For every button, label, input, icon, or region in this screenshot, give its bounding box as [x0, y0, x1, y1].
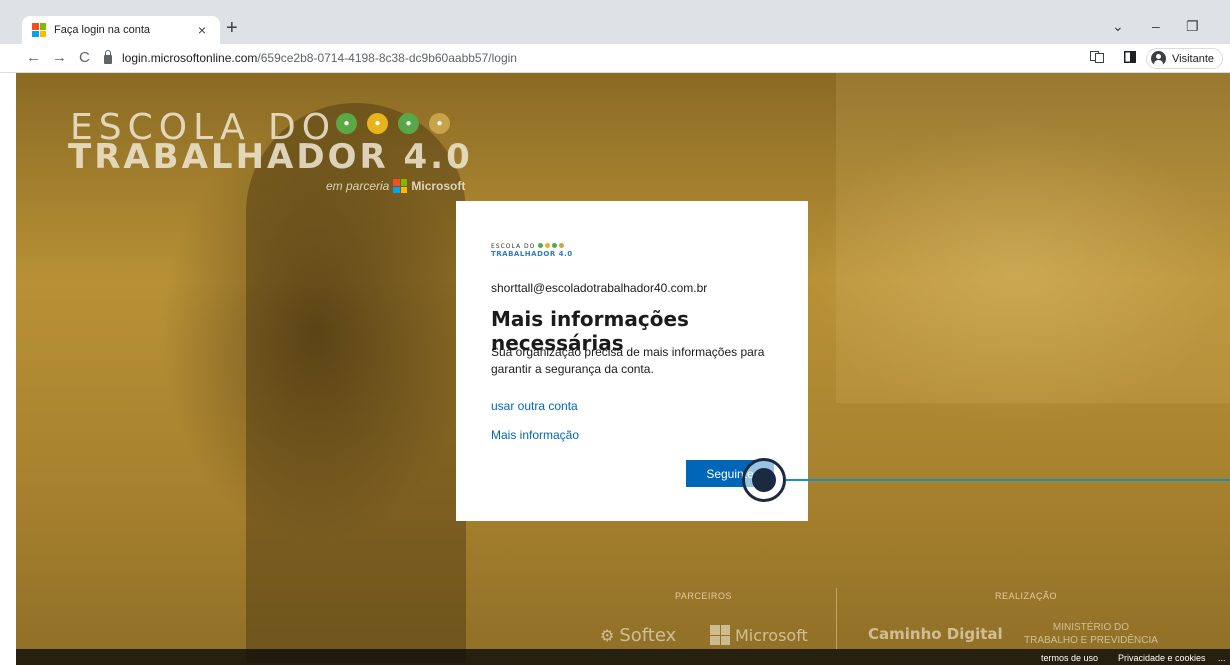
terms-link[interactable]: termos de uso: [1041, 653, 1098, 663]
microsoft-partner-icon: [710, 625, 730, 645]
card-logo-line2: TRABALHADOR 4.0: [491, 250, 573, 258]
background-logo-line2: TRABALHADOR 4.0: [68, 137, 473, 177]
url-path: /659ce2b8-0714-4198-8c38-dc9b60aabb57/lo…: [257, 51, 517, 65]
cursor-annotation-line: [786, 479, 1230, 481]
profile-label: Visitante: [1172, 52, 1214, 65]
address-bar[interactable]: login.microsoftonline.com/659ce2b8-0714-…: [104, 47, 1114, 69]
use-other-account-link[interactable]: usar outra conta: [491, 399, 578, 413]
reload-button[interactable]: C: [79, 50, 90, 66]
softex-label: Softex: [619, 625, 677, 646]
privacy-link[interactable]: Privacidade e cookies: [1118, 653, 1206, 663]
ministerio-line2: TRABALHO E PREVIDÊNCIA: [1024, 635, 1158, 646]
side-panel-icon[interactable]: [1124, 51, 1136, 66]
back-button[interactable]: ←: [26, 50, 41, 66]
partner-brand: Microsoft: [411, 179, 466, 193]
minimize-button[interactable]: –: [1152, 18, 1160, 34]
softex-logo: ⚙ Softex: [600, 625, 676, 646]
account-email: shorttall@escoladotrabalhador40.com.br: [491, 281, 708, 295]
tab-close-icon[interactable]: ×: [194, 22, 210, 38]
guest-avatar-icon: [1151, 51, 1166, 66]
more-info-link[interactable]: Mais informação: [491, 428, 579, 442]
translate-icon[interactable]: [1090, 51, 1104, 66]
cursor-dot: [752, 468, 776, 492]
tab-title: Faça login na conta: [54, 24, 151, 36]
phone-icon: ●: [398, 113, 419, 134]
microsoft-partner-logo: Microsoft: [710, 625, 808, 645]
profile-button[interactable]: Visitante: [1146, 48, 1223, 69]
login-page-background: ESCOLA DO ● ● ● ● TRABALHADOR 4.0 em par…: [16, 73, 1230, 665]
browser-tab-strip: Faça login na conta × + ⌄ – ❐: [0, 0, 1230, 44]
softex-icon: ⚙: [600, 626, 615, 645]
tab-search-chevron-icon[interactable]: ⌄: [1112, 18, 1124, 35]
lock-icon[interactable]: [104, 50, 112, 64]
more-options-link[interactable]: ...: [1218, 653, 1226, 663]
forward-button[interactable]: →: [52, 50, 67, 66]
graduation-cap-icon: ●: [336, 113, 357, 134]
microsoft-favicon-icon: [32, 23, 46, 37]
ministerio-logo: MINISTÉRIO DO TRABALHO E PREVIDÊNCIA: [1024, 621, 1158, 647]
ministerio-line1: MINISTÉRIO DO: [1052, 622, 1130, 633]
background-window-light: [836, 73, 1230, 403]
cloud-icon: ●: [429, 113, 450, 134]
card-logo-dots: [538, 243, 564, 248]
partners-label: PARCEIROS: [675, 591, 732, 601]
browser-tab[interactable]: Faça login na conta ×: [22, 16, 220, 44]
page-footer: termos de uso Privacidade e cookies ...: [16, 649, 1230, 665]
card-logo: ESCOLA DO TRABALHADOR 4.0: [491, 243, 573, 258]
partners-divider: [836, 588, 837, 650]
microsoft-logo-icon: [393, 179, 408, 193]
caminho-digital-logo: Caminho Digital: [868, 625, 1003, 643]
caminho-digital-label: Caminho Digital: [868, 625, 1003, 643]
microsoft-partner-label: Microsoft: [735, 625, 808, 645]
realization-label: REALIZAÇÃO: [995, 591, 1058, 601]
browser-toolbar: ← → C login.microsoftonline.com/659ce2b8…: [0, 44, 1230, 73]
partner-tagline: em parceria Microsoft: [326, 179, 465, 193]
restore-button[interactable]: ❐: [1186, 18, 1199, 35]
url-host: login.microsoftonline.com: [122, 51, 258, 65]
new-tab-button[interactable]: +: [226, 18, 238, 38]
logo-dots: ● ● ● ●: [336, 113, 450, 134]
partner-text: em parceria: [326, 179, 390, 193]
card-description: Sua organização precisa de mais informaç…: [491, 345, 765, 376]
wifi-icon: ●: [367, 113, 388, 134]
